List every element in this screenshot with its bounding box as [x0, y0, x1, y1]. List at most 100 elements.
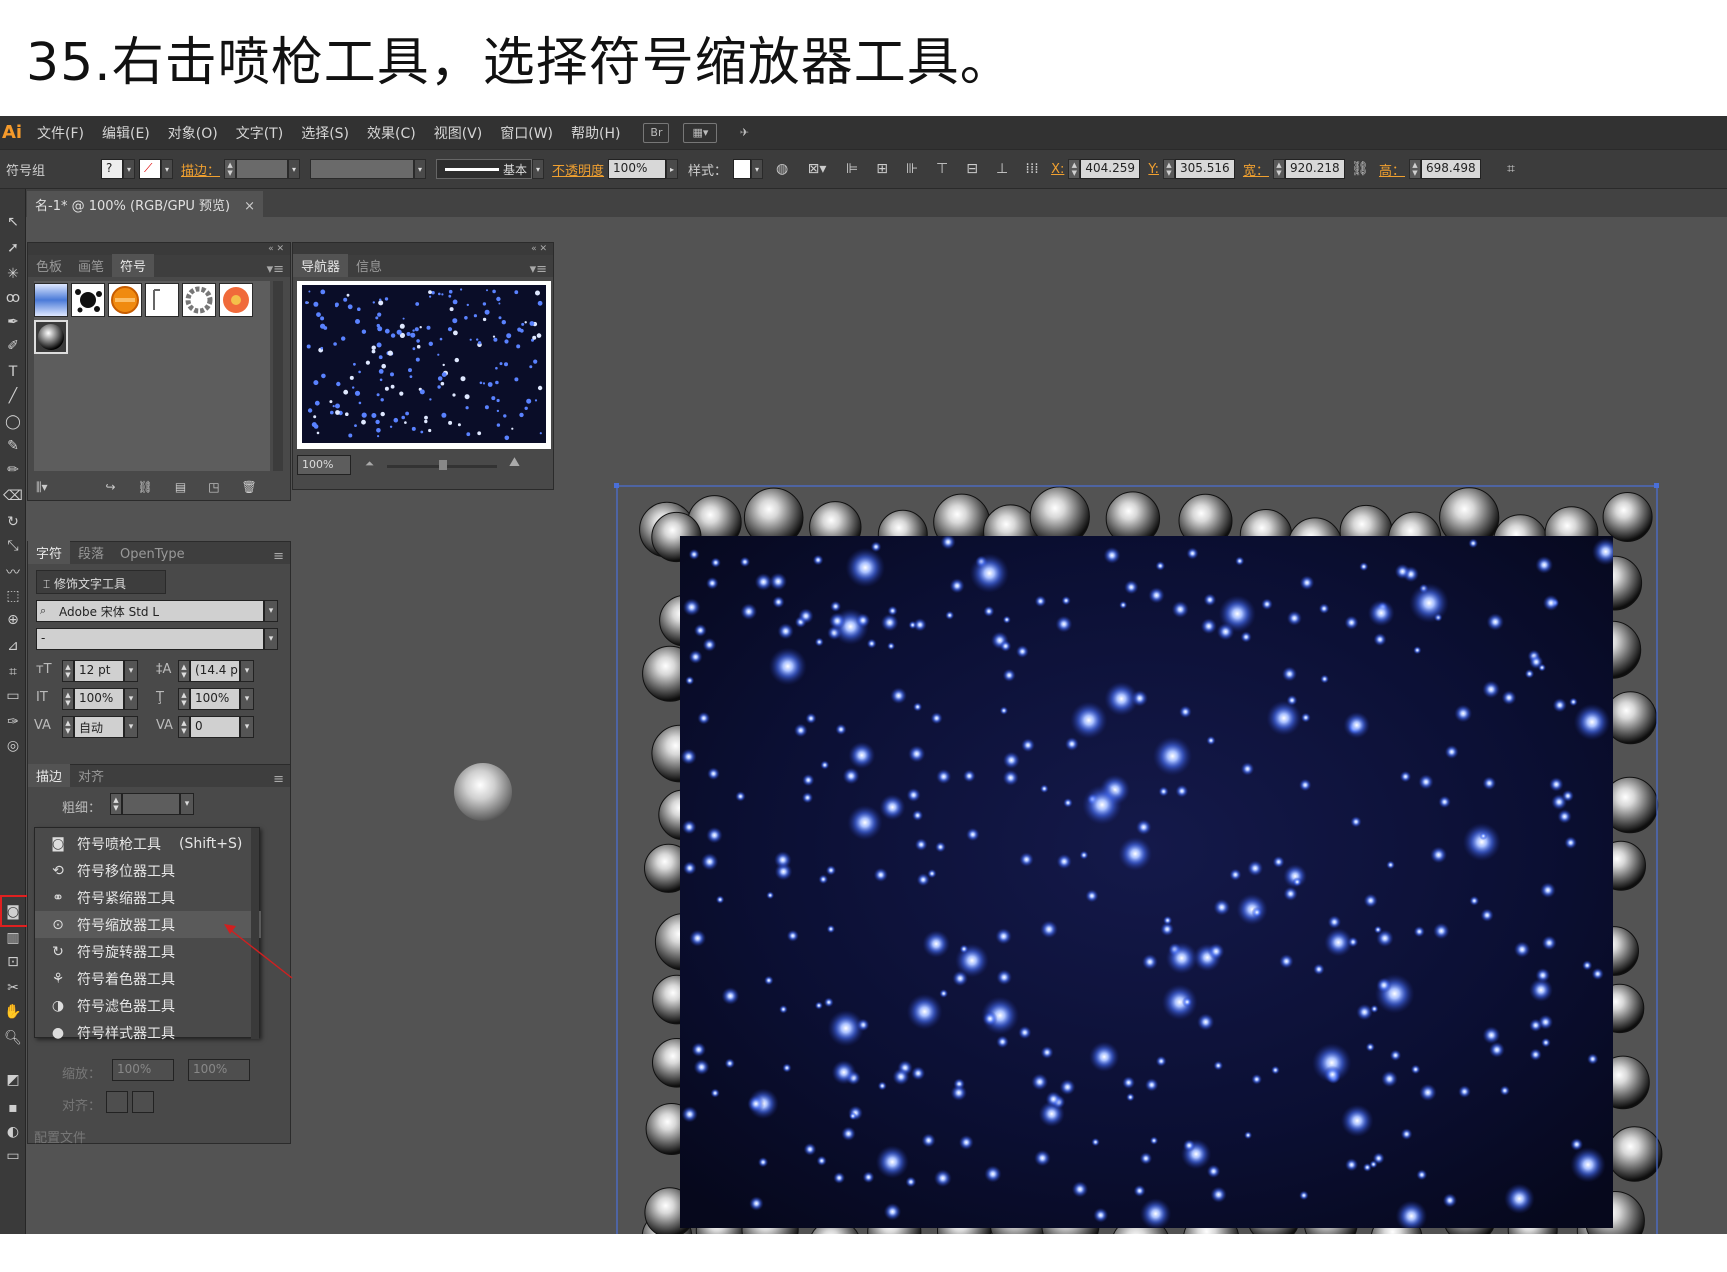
symbol-blue-banner[interactable] — [34, 283, 68, 317]
y-spinner[interactable]: ▲ ▼ — [1162, 159, 1175, 179]
tab-info[interactable]: 信息 — [348, 254, 390, 277]
mesh-tool-icon[interactable]: ⌗ — [2, 661, 24, 683]
brush-dropdown[interactable]: ▾ — [532, 159, 545, 179]
symbol-marker[interactable] — [145, 283, 179, 317]
type-tool-icon[interactable]: T — [2, 361, 24, 383]
align-hcenter-icon[interactable]: ⊞ — [872, 159, 892, 179]
rotate-tool-icon[interactable]: ↻ — [2, 511, 24, 533]
tracking-dropdown[interactable]: ▾ — [240, 716, 254, 738]
style-dropdown[interactable]: ▾ — [751, 159, 764, 179]
font-family-field[interactable]: Adobe 宋体 Std L — [36, 600, 264, 622]
menu-select[interactable]: 选择(S) — [292, 123, 358, 143]
stroke-weight-spinner[interactable]: ▲ ▼ — [224, 159, 237, 179]
direct-selection-tool-icon[interactable]: ➚ — [2, 237, 24, 259]
curvature-tool-icon[interactable]: ✐ — [2, 335, 24, 357]
zoom-tool-icon[interactable]: 🔍︎ — [2, 1027, 24, 1049]
workspace-layout-icon[interactable]: ▦▾ — [683, 122, 718, 143]
symbol-ink-splash[interactable] — [71, 283, 105, 317]
bridge-button[interactable]: Br — [643, 122, 670, 143]
tab-navigator[interactable]: 导航器 — [293, 254, 349, 277]
artboard-tool-icon[interactable]: ⊡ — [2, 951, 24, 973]
symbol-sphere[interactable] — [34, 320, 68, 354]
weight-dropdown[interactable]: ▾ — [180, 793, 194, 815]
zoom-slider-thumb[interactable] — [439, 460, 447, 470]
transform-panel-icon[interactable]: ⌗ — [1501, 159, 1521, 179]
stroke-weight-field[interactable] — [236, 159, 289, 179]
flyout-item-styler[interactable]: ● 符号样式器工具 — [35, 1019, 261, 1046]
scale-field-2[interactable]: 100% — [188, 1059, 250, 1081]
eraser-tool-icon[interactable]: ⌫ — [2, 485, 24, 507]
opacity-label[interactable]: 不透明度 — [552, 160, 604, 179]
perspective-grid-tool-icon[interactable]: ⊿ — [2, 635, 24, 657]
column-graph-tool-icon[interactable]: ▥ — [2, 927, 24, 949]
flyout-item-sprayer[interactable]: ◙ 符号喷枪工具 (Shift+S) — [35, 830, 261, 857]
warp-tool-icon[interactable]: 〰 — [2, 561, 24, 583]
tab-stroke[interactable]: 描边 — [28, 764, 71, 787]
flyout-item-stainer[interactable]: ⚘ 符号着色器工具 — [35, 965, 261, 992]
horizontal-scale-field[interactable]: 100% — [190, 688, 240, 710]
free-transform-tool-icon[interactable]: ⬚ — [2, 585, 24, 607]
fill-swatch[interactable]: ? — [101, 159, 124, 179]
tracking-field[interactable]: 0 — [190, 716, 240, 738]
touch-type-button[interactable]: ⌶ 修饰文字工具 — [36, 570, 166, 594]
stroke-swatch[interactable]: ⟋ — [139, 159, 162, 179]
stroke-weight-dropdown[interactable]: ▾ — [288, 159, 301, 179]
flyout-item-scruncher[interactable]: ⚭ 符号紧缩器工具 — [35, 884, 261, 911]
opacity-field[interactable]: 100% — [608, 159, 667, 179]
slice-tool-icon[interactable]: ✂ — [2, 977, 24, 999]
tab-swatches[interactable]: 色板 — [28, 254, 70, 277]
x-spinner[interactable]: ▲ ▼ — [1068, 159, 1081, 179]
scale-field-1[interactable]: 100% — [112, 1059, 174, 1081]
delete-symbol-icon[interactable]: 🗑︎ — [242, 480, 257, 494]
navigator-zoom-field[interactable]: 100% — [297, 455, 351, 475]
gradient-tool-icon[interactable]: ▭ — [2, 685, 24, 707]
kerning-spinner[interactable]: ▲ ▼ — [62, 716, 74, 738]
brush-definition[interactable]: 基本 — [436, 159, 533, 179]
blend-tool-icon[interactable]: ◎ — [2, 735, 24, 757]
variable-width-dropdown[interactable]: ▾ — [414, 159, 427, 179]
tab-character[interactable]: 字符 — [28, 541, 71, 564]
single-symbol-sphere[interactable] — [454, 763, 512, 821]
flyout-item-spinner[interactable]: ↻ 符号旋转器工具 — [35, 938, 261, 965]
align-right-icon[interactable]: ⊪ — [902, 159, 922, 179]
tab-symbols[interactable]: 符号 — [112, 254, 155, 277]
height-spinner[interactable]: ▲ ▼ — [1409, 159, 1421, 179]
tab-opentype[interactable]: OpenType — [112, 545, 193, 564]
tracking-spinner[interactable]: ▲ ▼ — [178, 716, 190, 738]
kerning-field[interactable]: 自动 — [74, 716, 124, 738]
symbol-wreath[interactable] — [182, 283, 216, 317]
width-field[interactable]: 920.218 — [1284, 159, 1345, 179]
menu-view[interactable]: 视图(V) — [425, 123, 492, 143]
font-style-dropdown[interactable]: ▾ — [264, 628, 278, 650]
flyout-item-sizer[interactable]: ⊙ 符号缩放器工具 — [35, 911, 261, 938]
x-field[interactable]: 404.259 — [1080, 159, 1141, 179]
symbol-options-icon[interactable]: ▤ — [175, 480, 186, 494]
fill-dropdown[interactable]: ▾ — [123, 159, 136, 179]
panel-menu-icon[interactable]: ▾≡ — [267, 262, 290, 277]
symbol-flower[interactable] — [219, 283, 253, 317]
horizontal-scale-dropdown[interactable]: ▾ — [240, 688, 254, 710]
font-size-field[interactable]: 12 pt — [74, 660, 124, 682]
close-document-icon[interactable]: × — [244, 199, 255, 214]
eyedropper-tool-icon[interactable]: ✑ — [2, 711, 24, 733]
tab-brushes[interactable]: 画笔 — [70, 254, 112, 277]
style-swatch[interactable] — [733, 159, 752, 179]
align-vcenter-icon[interactable]: ⊟ — [962, 159, 982, 179]
font-family-dropdown[interactable]: ▾ — [264, 600, 278, 622]
align-option-2[interactable] — [132, 1091, 154, 1113]
stroke-label[interactable]: 描边： — [181, 160, 220, 179]
font-size-dropdown[interactable]: ▾ — [124, 660, 138, 682]
character-menu-icon[interactable]: ≡ — [273, 549, 290, 564]
leading-field[interactable]: (14.4 p — [190, 660, 240, 682]
align-bottom-icon[interactable]: ⊥ — [992, 159, 1012, 179]
variable-width-field[interactable] — [310, 159, 415, 179]
new-symbol-icon[interactable]: ◳ — [208, 480, 219, 494]
menu-file[interactable]: 文件(F) — [28, 123, 93, 143]
document-tab[interactable]: 名-1* @ 100% (RGB/GPU 预览) × — [27, 191, 264, 217]
weight-spinner[interactable]: ▲ ▼ — [110, 793, 122, 815]
align-option-1[interactable] — [106, 1091, 128, 1113]
line-tool-icon[interactable]: ╱ — [2, 385, 24, 407]
vertical-scale-field[interactable]: 100% — [74, 688, 124, 710]
opacity-arrow[interactable]: ▸ — [666, 159, 679, 179]
drawing-mode-icon[interactable]: ◐ — [2, 1121, 24, 1143]
